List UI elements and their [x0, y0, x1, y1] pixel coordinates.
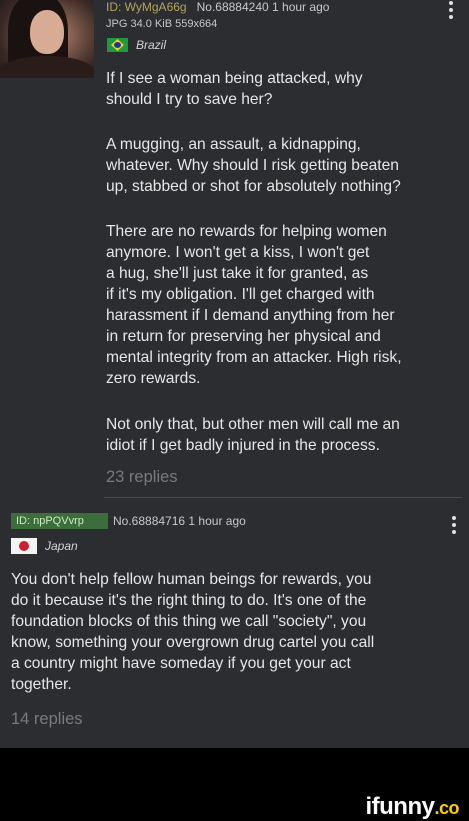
post1-paragraph-3: There are no rewards for helping women a…: [106, 223, 402, 387]
ifunny-watermark: ifunny.co: [365, 793, 459, 821]
thumbnail-shoulder: [0, 56, 94, 78]
post2-header: No.68884716 1 hour ago: [113, 514, 246, 528]
post1-header: ID: WyMgA66g No.68884240 1 hour ago: [106, 0, 329, 16]
post2-country: Japan: [45, 539, 78, 553]
thread-panel: ID: WyMgA66g No.68884240 1 hour ago JPG …: [0, 0, 469, 748]
post1-number[interactable]: No.68884240: [197, 0, 269, 14]
post2-id-badge[interactable]: ID: npPQVvrp: [11, 513, 108, 529]
brazil-flag-icon: [107, 38, 128, 52]
post2-number[interactable]: No.68884716: [113, 514, 185, 528]
post-divider: [104, 497, 462, 498]
thumbnail-face: [30, 10, 64, 54]
post1-paragraph-1: If I see a woman being attacked, why sho…: [106, 70, 363, 108]
post1-paragraph-2: A mugging, an assault, a kidnapping, wha…: [106, 136, 401, 195]
watermark-text: ifunny: [365, 793, 435, 820]
post2-more-options-icon[interactable]: [452, 516, 456, 536]
post1-replies-link[interactable]: 23 replies: [106, 468, 178, 487]
post1-file-info: JPG 34.0 KiB 559x664: [106, 18, 218, 30]
post-thumbnail[interactable]: [0, 0, 94, 78]
post1-id[interactable]: ID: WyMgA66g: [106, 0, 187, 14]
post2-replies-link[interactable]: 14 replies: [11, 710, 83, 729]
post1-time: 1 hour ago: [272, 0, 330, 14]
post1-paragraph-4: Not only that, but other men will call m…: [106, 416, 400, 454]
post1-country: Brazil: [136, 38, 167, 52]
watermark-suffix: .co: [434, 798, 459, 818]
post2-text: You don't help fellow human beings for r…: [11, 571, 375, 693]
post2-time: 1 hour ago: [188, 514, 246, 528]
japan-flag-icon: [11, 538, 37, 554]
post1-more-options-icon[interactable]: [449, 1, 453, 21]
